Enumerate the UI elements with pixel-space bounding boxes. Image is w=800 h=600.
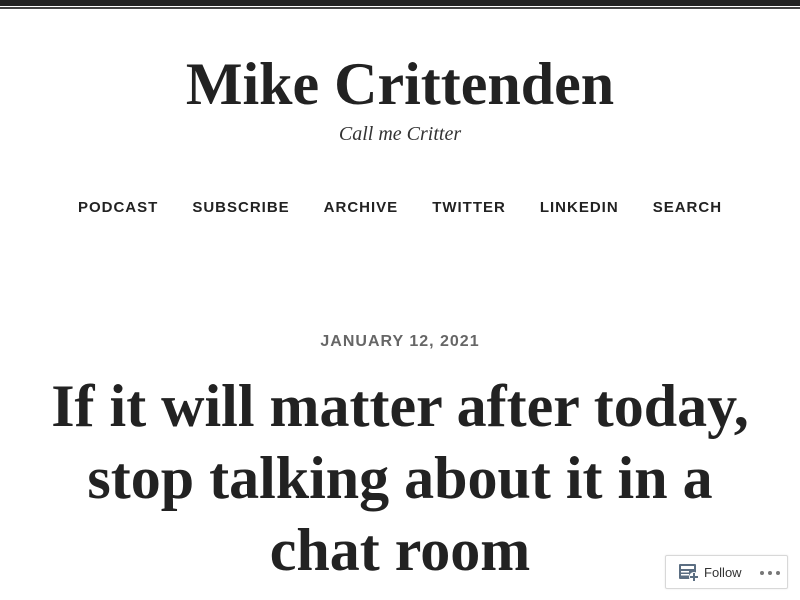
ellipsis-icon xyxy=(768,571,772,575)
follow-widget: Follow xyxy=(665,555,788,589)
site-tagline: Call me Critter xyxy=(338,123,462,145)
nav-item-search[interactable]: SEARCH xyxy=(653,196,722,220)
post-title[interactable]: If it will matter after today, stop talk… xyxy=(40,370,760,586)
main-nav: PODCAST SUBSCRIBE ARCHIVE TWITTER LINKED… xyxy=(0,196,800,220)
nav-item-twitter[interactable]: TWITTER xyxy=(432,196,506,220)
nav-item-subscribe[interactable]: SUBSCRIBE xyxy=(192,196,289,220)
nav-item-archive[interactable]: ARCHIVE xyxy=(324,196,399,220)
nav-item-linkedin[interactable]: LINKEDIN xyxy=(540,196,619,220)
follow-label: Follow xyxy=(704,565,742,580)
top-border-bar xyxy=(0,0,800,9)
ellipsis-icon xyxy=(760,571,764,575)
follow-button[interactable]: Follow xyxy=(678,563,742,583)
ellipsis-icon xyxy=(776,571,780,575)
reader-follow-icon xyxy=(678,563,700,583)
more-options-button[interactable] xyxy=(760,568,780,578)
post-date[interactable]: JANUARY 12, 2021 xyxy=(0,331,800,353)
site-title[interactable]: Mike Crittenden xyxy=(0,48,800,120)
nav-item-podcast[interactable]: PODCAST xyxy=(78,196,158,220)
